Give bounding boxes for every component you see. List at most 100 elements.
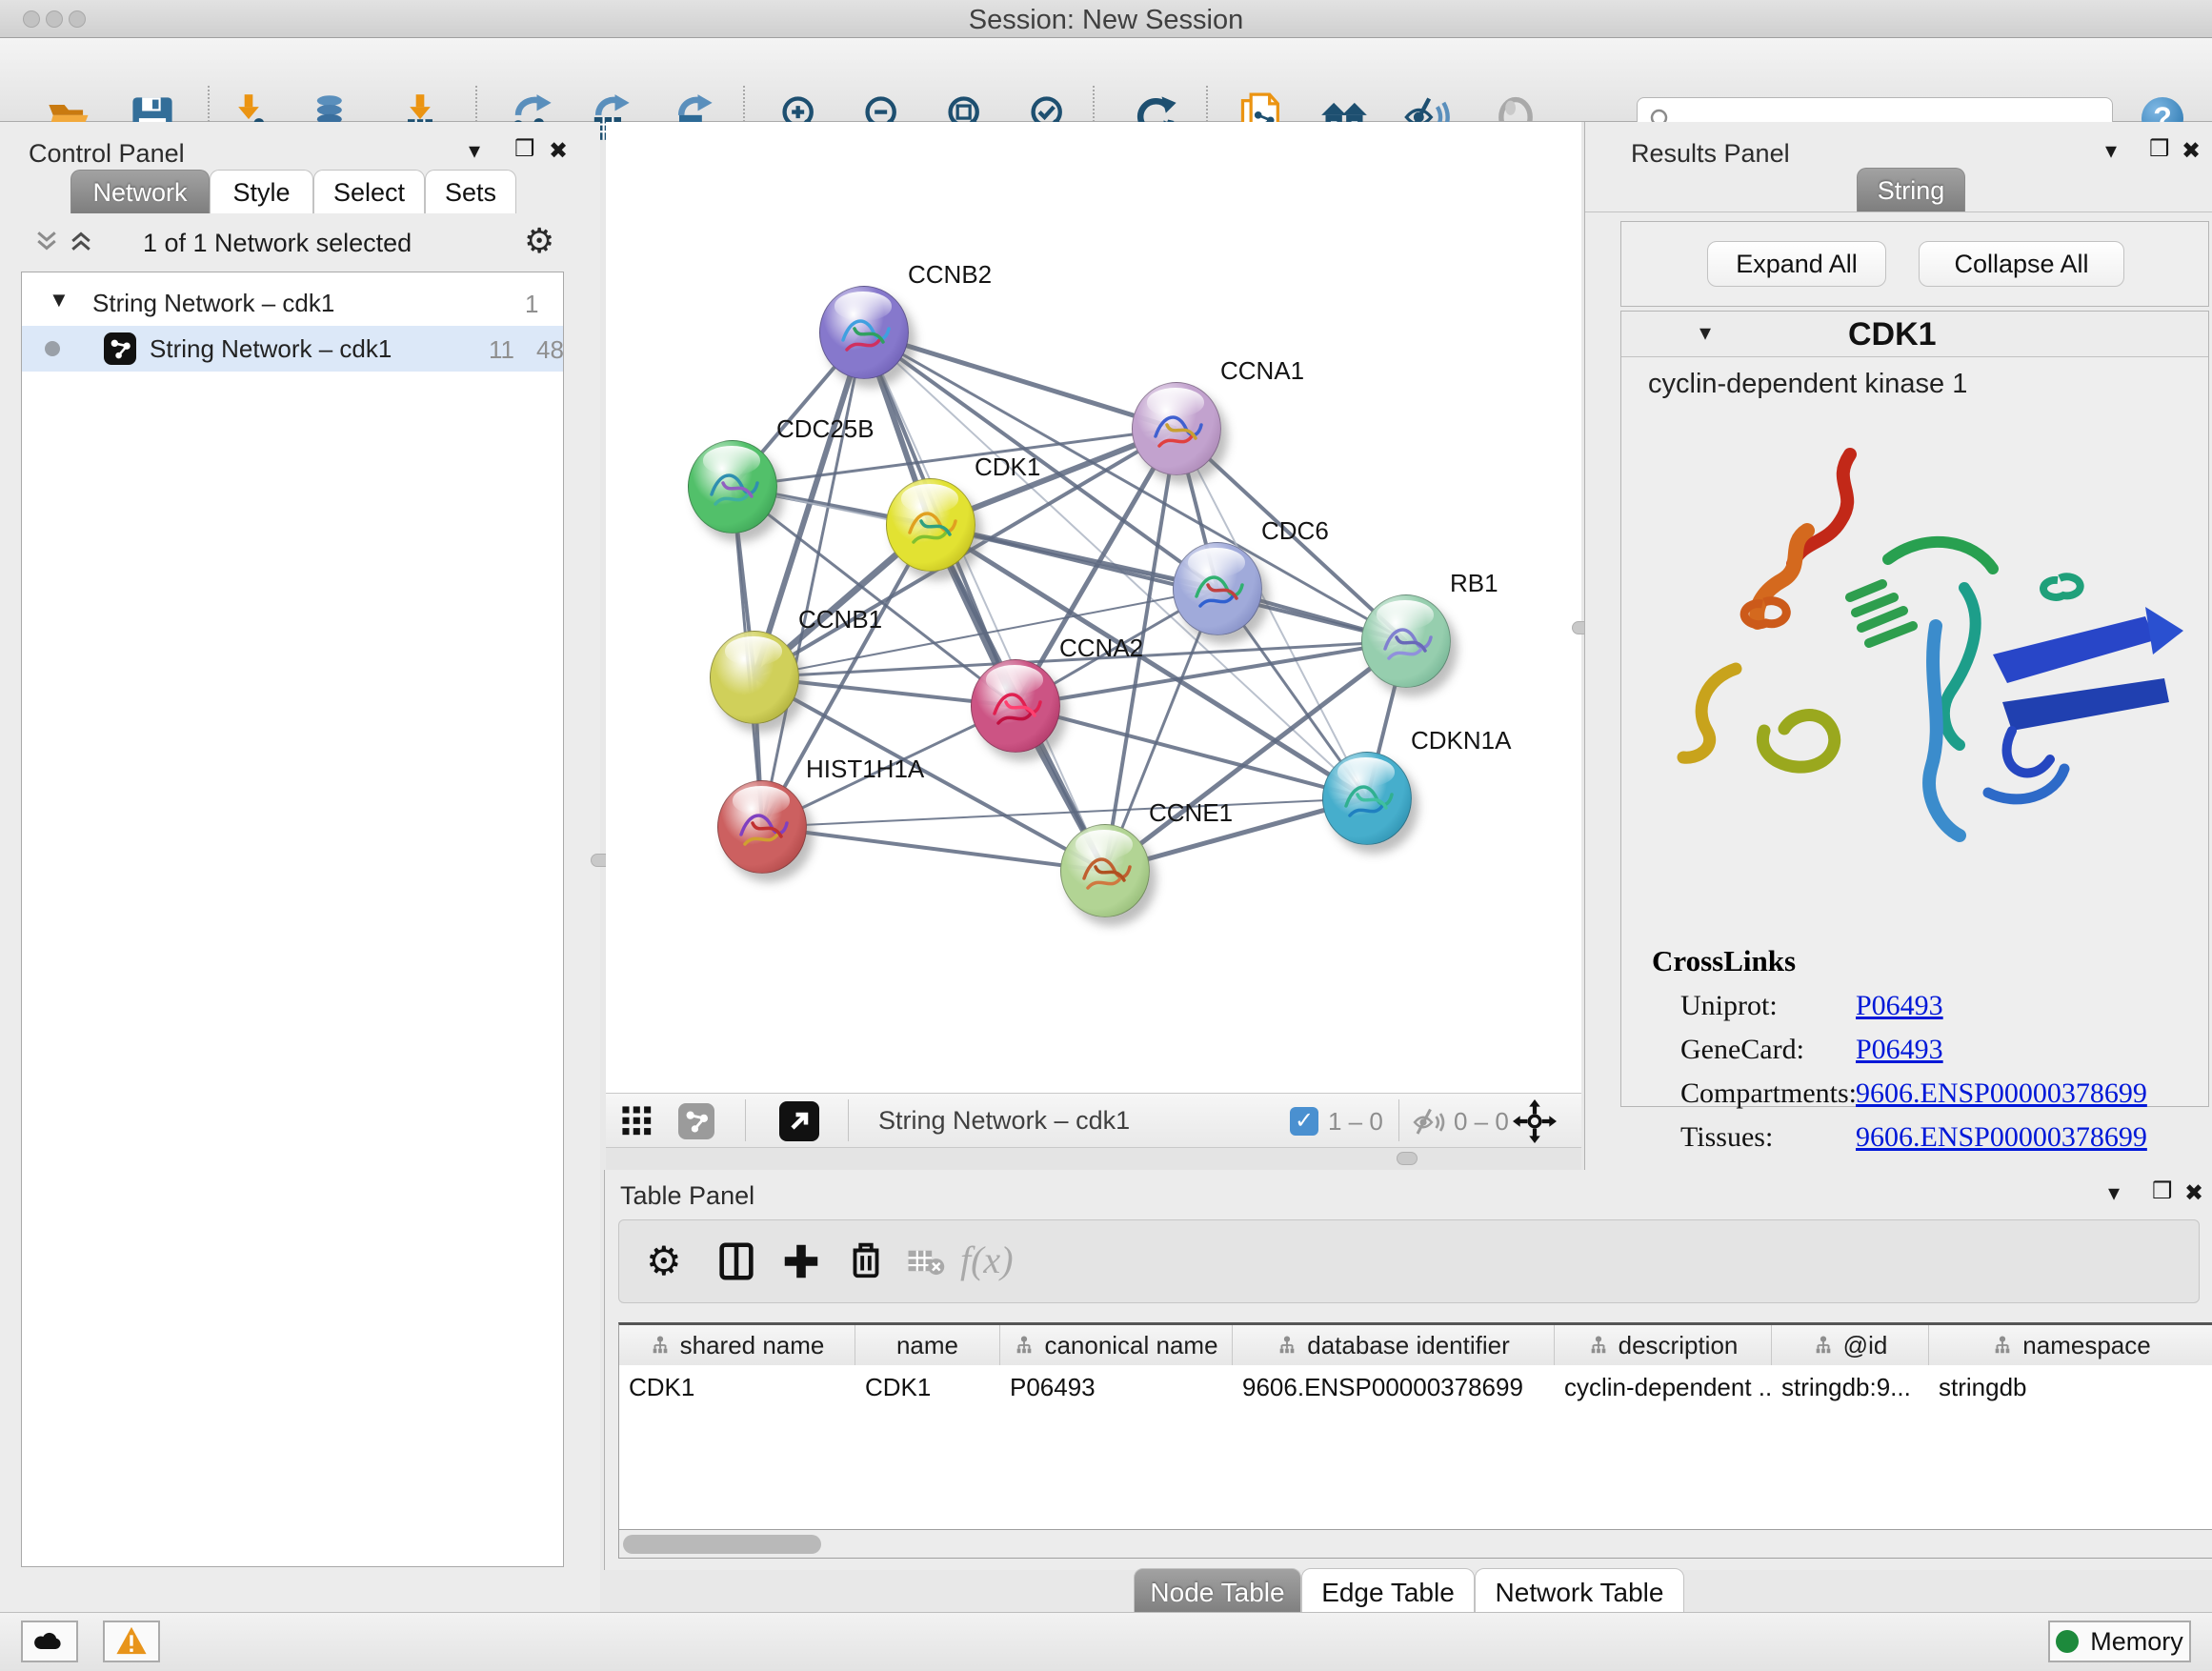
crosslink-link[interactable]: P06493 [1856,990,1943,1022]
column-attr-icon [1588,1335,1609,1356]
network-node[interactable] [1173,542,1262,635]
network-edge-count: 48 [536,335,564,365]
tab-select[interactable]: Select [313,170,425,213]
add-column-icon[interactable] [779,1239,823,1283]
main-toolbar: ? [0,38,2212,122]
network-node[interactable] [1132,382,1221,475]
column-header[interactable]: canonical name [1000,1325,1233,1365]
crosslink-label: GeneCard: [1680,1034,1804,1066]
table-cell[interactable]: stringdb [1929,1365,2212,1407]
network-node[interactable] [1361,594,1451,688]
network-node[interactable] [1322,752,1412,845]
network-node[interactable] [819,286,909,379]
table-cell[interactable]: CDK1 [855,1365,1000,1407]
network-edge[interactable] [864,332,1176,429]
horizontal-scrollbar[interactable] [618,1530,2212,1559]
panel-close-button[interactable]: ✖ [2184,1179,2203,1207]
network-list: ▼ String Network – cdk1 1 String Network… [21,272,564,1567]
tab-divider [1585,211,2212,212]
panel-float-button[interactable]: ❒ [2149,135,2170,163]
network-node[interactable] [717,780,807,874]
network-node[interactable] [710,631,799,724]
column-header[interactable]: @id [1772,1325,1929,1365]
panel-menu-button[interactable]: ▾ [469,137,480,165]
birds-eye-grid-icon[interactable] [621,1105,654,1137]
node-label: CDC6 [1261,516,1329,546]
panel-float-button[interactable]: ❒ [514,135,535,163]
collapse-all-button[interactable]: Collapse All [1919,241,2124,287]
network-node[interactable] [971,659,1060,753]
panel-menu-button[interactable]: ▾ [2105,137,2117,165]
table-panel-title: Table Panel [620,1181,754,1211]
collection-expand-icon[interactable]: ▼ [49,288,70,312]
table-settings-gear-icon[interactable]: ⚙ [646,1238,682,1284]
node-label: HIST1H1A [806,755,924,784]
network-edge[interactable] [931,525,1406,641]
memory-button[interactable]: Memory [2048,1621,2191,1662]
delete-column-trash-icon[interactable] [844,1238,888,1281]
expand-all-button[interactable]: Expand All [1707,241,1886,287]
tab-style[interactable]: Style [210,170,313,213]
horizontal-splitter[interactable] [606,1148,1581,1170]
scrollbar-thumb[interactable] [623,1535,821,1554]
column-header[interactable]: database identifier [1233,1325,1555,1365]
column-header[interactable]: shared name [619,1325,855,1365]
network-row-selected[interactable]: String Network – cdk1 11 48 [22,326,563,372]
node-label: CCNB1 [798,605,882,634]
network-edge[interactable] [762,332,864,827]
network-edge[interactable] [762,827,1105,871]
table-cell[interactable]: stringdb:9... [1772,1365,1929,1407]
table-cell[interactable]: 9606.ENSP00000378699 [1233,1365,1555,1407]
column-header[interactable]: description [1555,1325,1772,1365]
panel-float-button[interactable]: ❒ [2152,1178,2173,1205]
gear-icon[interactable]: ⚙ [524,221,554,261]
column-attr-icon [1813,1335,1834,1356]
column-header[interactable]: namespace [1929,1325,2212,1365]
open-in-window-icon[interactable] [779,1101,819,1141]
panel-close-button[interactable]: ✖ [2182,137,2201,165]
pan-move-icon[interactable] [1513,1099,1557,1143]
network-edge[interactable] [864,332,1105,871]
column-header[interactable]: name [855,1325,1000,1365]
network-edge[interactable] [1016,706,1367,798]
selected-checkbox-icon[interactable]: ✓ [1290,1107,1318,1136]
tab-network-table[interactable]: Network Table [1475,1568,1684,1616]
tab-edge-table[interactable]: Edge Table [1301,1568,1475,1616]
show-columns-icon[interactable] [714,1239,758,1283]
hidden-eye-slash-icon [1412,1105,1446,1139]
cloud-icon [32,1627,67,1654]
network-node[interactable] [688,440,777,534]
tab-node-table[interactable]: Node Table [1134,1568,1301,1616]
collapse-all-icon[interactable] [32,227,61,255]
crosslink-label: Tissues: [1680,1121,1773,1154]
node-gloss [733,786,791,815]
warning-button[interactable] [103,1621,160,1662]
statusbar-network-name: String Network – cdk1 [878,1106,1130,1136]
results-buttons-box: Expand All Collapse All [1620,221,2209,307]
tab-string[interactable]: String [1857,168,1965,211]
protein-header-row[interactable]: ▾ CDK1 [1621,312,2208,357]
section-collapse-icon[interactable]: ▾ [1699,319,1711,347]
panel-menu-button[interactable]: ▾ [2108,1179,2120,1207]
panel-close-button[interactable]: ✖ [549,137,568,165]
table-cell[interactable]: cyclin-dependent ... [1555,1365,1772,1407]
expand-all-icon[interactable] [67,227,95,255]
bottom-splitter-handle[interactable] [1397,1152,1418,1165]
crosslink-link[interactable]: 9606.ENSP00000378699 [1856,1077,2147,1110]
network-node[interactable] [1060,824,1150,917]
network-collection-row[interactable]: ▼ String Network – cdk1 1 [22,280,563,326]
window-title: Session: New Session [0,5,2212,36]
crosslink-link[interactable]: P06493 [1856,1034,1943,1066]
network-canvas[interactable]: CCNB2CCNA1CDC25BCDK1CDC6RB1CCNB1CCNA2CDK… [606,122,1581,1093]
string-view-icon[interactable] [678,1103,714,1139]
node-label: CCNB2 [908,260,992,290]
table-cell[interactable]: P06493 [1000,1365,1233,1407]
crosslink-link[interactable]: 9606.ENSP00000378699 [1856,1121,2147,1154]
protein-name: CDK1 [1848,316,1937,353]
node-label: CCNE1 [1149,798,1233,828]
network-node[interactable] [886,478,975,572]
table-cell[interactable]: CDK1 [619,1365,855,1407]
tab-network[interactable]: Network [70,170,210,213]
tab-sets[interactable]: Sets [425,170,516,213]
cloud-status-button[interactable] [21,1621,78,1662]
